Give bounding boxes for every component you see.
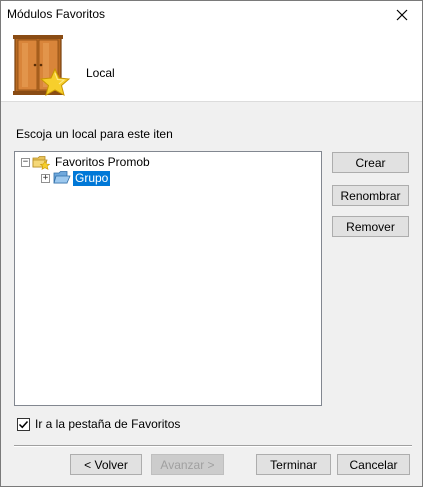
tree-item-grupo[interactable]: + Grupo (41, 170, 111, 186)
instruction-text: Escoja un local para este iten (16, 127, 173, 141)
tree-item-favoritos-promob[interactable]: − Favoritos Promob (21, 154, 152, 170)
checkmark-icon (18, 420, 29, 428)
favorites-tab-checkbox[interactable] (17, 417, 30, 431)
close-icon (396, 9, 408, 20)
remove-button[interactable]: Remover (332, 216, 409, 237)
open-folder-icon (53, 171, 71, 184)
rename-button[interactable]: Renombrar (332, 185, 409, 206)
header-label: Local (86, 66, 115, 80)
title-bar[interactable]: Módulos Favoritos (1, 1, 422, 28)
location-tree[interactable]: − Favoritos Promob + Grupo (14, 151, 322, 406)
favorites-tab-option[interactable]: Ir a la pestaña de Favoritos (17, 417, 180, 431)
finish-button[interactable]: Terminar (256, 454, 331, 475)
tree-item-label: Favoritos Promob (55, 154, 150, 169)
tree-item-label: Grupo (73, 170, 111, 186)
collapse-icon[interactable]: − (21, 157, 30, 167)
back-button[interactable]: < Volver (70, 454, 142, 475)
separator (14, 445, 412, 447)
window-title: Módulos Favoritos (7, 7, 106, 21)
expand-icon[interactable]: + (41, 173, 50, 183)
next-button[interactable]: Avanzar > (151, 454, 224, 475)
create-button[interactable]: Crear (332, 152, 409, 173)
checkbox-label: Ir a la pestaña de Favoritos (35, 417, 181, 431)
cancel-button[interactable]: Cancelar (337, 454, 410, 475)
dialog-window: Módulos Favoritos Local Escoja un local … (0, 0, 423, 487)
favorites-folder-icon (32, 156, 50, 170)
wardrobe-star-icon (13, 35, 71, 97)
header-panel: Local (1, 28, 422, 102)
close-button[interactable] (382, 1, 422, 28)
